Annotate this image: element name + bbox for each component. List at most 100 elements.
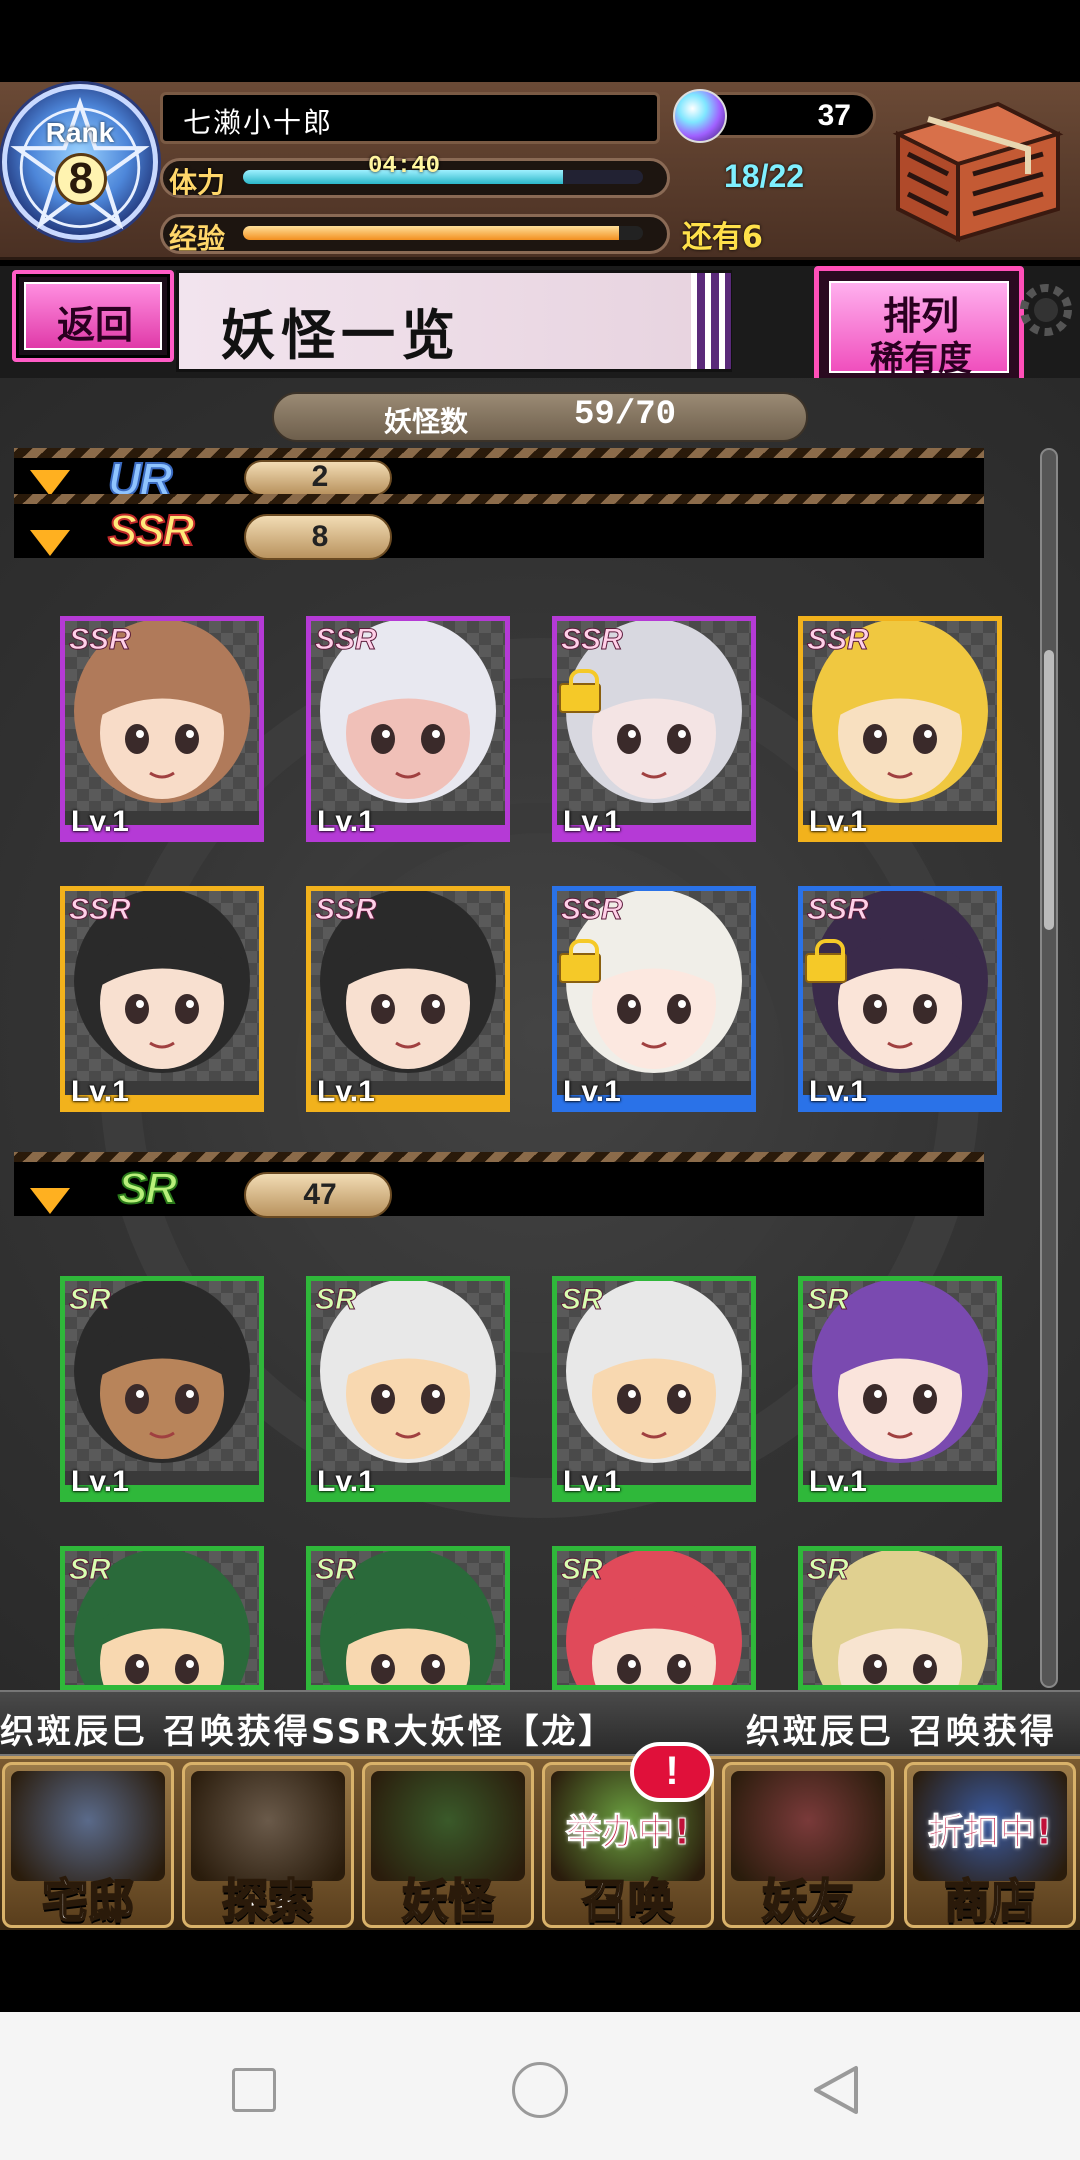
- yokai-card[interactable]: SSR Lv.1: [798, 886, 1002, 1112]
- card-rarity-badge: SSR: [69, 893, 132, 927]
- exp-bar: [243, 226, 643, 240]
- yokai-card[interactable]: SR: [552, 1546, 756, 1690]
- yokai-count-value: 59/70: [574, 396, 677, 434]
- yokai-card[interactable]: SSR Lv.1: [306, 616, 510, 842]
- sort-button[interactable]: 排列 稀有度: [814, 266, 1024, 388]
- yokai-card[interactable]: SSR Lv.1: [60, 886, 264, 1112]
- player-name-box: 七濑小十郎: [160, 92, 660, 144]
- card-rarity-badge: SSR: [561, 893, 624, 927]
- nav-label: 妖友: [761, 1873, 855, 1928]
- category-name: SR: [117, 1163, 178, 1214]
- card-level: Lv.1: [809, 1075, 867, 1108]
- status-bar: [0, 0, 1080, 82]
- collapse-arrow-icon: [30, 1188, 70, 1214]
- back-triangle-icon[interactable]: [806, 2060, 866, 2120]
- category-header-ssr[interactable]: SSR 8: [14, 494, 984, 560]
- title-stripe-decoration: [691, 273, 731, 369]
- page-title-plate: 妖怪一览: [176, 270, 732, 372]
- card-rarity-badge: SR: [69, 1553, 112, 1587]
- card-rarity-badge: SSR: [807, 623, 870, 657]
- exp-gauge: 经验: [160, 214, 670, 255]
- collapse-arrow-icon: [30, 470, 70, 496]
- card-level: Lv.1: [563, 1465, 621, 1498]
- nav-item-1[interactable]: 探索: [182, 1762, 354, 1928]
- yokai-card[interactable]: SSR Lv.1: [60, 616, 264, 842]
- back-button[interactable]: 返回: [12, 270, 174, 362]
- card-rarity-badge: SR: [807, 1283, 850, 1317]
- rank-badge[interactable]: Rank 8: [2, 84, 158, 240]
- gift-box-icon[interactable]: [878, 94, 1068, 246]
- exp-remaining: 还有6: [682, 220, 763, 255]
- yokai-count-pill: 妖怪数 59/70: [272, 392, 808, 442]
- announcement-ticker: 织斑辰巳 召唤获得SSR大妖怪【龙】 织斑辰巳 召唤获得: [0, 1690, 1080, 1756]
- summon-alert-badge: !: [630, 1742, 714, 1802]
- system-bar-spacer: [0, 1930, 1080, 2012]
- category-count: 2: [311, 460, 329, 493]
- yokai-count-label: 妖怪数: [384, 405, 469, 438]
- yokai-card[interactable]: SR: [798, 1546, 1002, 1690]
- card-rarity-badge: SR: [69, 1283, 112, 1317]
- stamina-gauge: 体力 04:40: [160, 153, 670, 199]
- category-name: SSR: [107, 505, 196, 556]
- category-count-pill: 2: [244, 460, 392, 496]
- yokai-card[interactable]: SR Lv.1: [306, 1276, 510, 1502]
- yokai-card[interactable]: SSR Lv.1: [306, 886, 510, 1112]
- nav-promo-badge: 举办中!: [565, 1812, 691, 1854]
- nav-item-2[interactable]: 妖怪: [362, 1762, 534, 1928]
- rank-value: 8: [55, 153, 107, 205]
- yokai-card[interactable]: SSR Lv.1: [798, 616, 1002, 842]
- page-title: 妖怪一览: [221, 303, 461, 367]
- rank-label: Rank: [45, 117, 115, 148]
- card-rarity-badge: SR: [315, 1283, 358, 1317]
- back-button-face: 返回: [24, 282, 162, 350]
- nav-item-0[interactable]: 宅邸: [2, 1762, 174, 1928]
- card-level: Lv.1: [71, 805, 129, 838]
- lock-icon: [559, 939, 601, 983]
- recent-apps-icon[interactable]: [232, 2068, 276, 2112]
- card-rarity-badge: SR: [807, 1553, 850, 1587]
- yokai-card[interactable]: SR Lv.1: [552, 1276, 756, 1502]
- scrollbar-thumb[interactable]: [1044, 650, 1054, 930]
- yokai-card[interactable]: SR: [306, 1546, 510, 1690]
- stamina-timer: 04:40: [368, 153, 441, 180]
- back-button-label: 返回: [56, 303, 133, 347]
- category-header-sr[interactable]: SR 47: [14, 1152, 984, 1218]
- category-count: 47: [303, 1178, 337, 1211]
- nav-item-5[interactable]: 折扣中! 商店: [904, 1762, 1076, 1928]
- yokai-card[interactable]: SR: [60, 1546, 264, 1690]
- card-rarity-badge: SR: [561, 1553, 604, 1587]
- sort-button-value: 稀有度: [870, 339, 972, 379]
- card-level: Lv.1: [317, 1075, 375, 1108]
- card-level: Lv.1: [563, 1075, 621, 1108]
- exp-label: 经验: [169, 222, 226, 255]
- yokai-card[interactable]: SSR Lv.1: [552, 886, 756, 1112]
- card-level: Lv.1: [71, 1075, 129, 1108]
- yokai-card[interactable]: SR Lv.1: [798, 1276, 1002, 1502]
- nav-label: 召唤: [581, 1873, 675, 1928]
- nav-label: 探索: [221, 1873, 315, 1928]
- gem-count: 37: [817, 99, 851, 132]
- ticker-message-repeat: 织斑辰巳 召唤获得: [746, 1712, 1057, 1752]
- nav-label: 宅邸: [41, 1873, 135, 1928]
- home-icon[interactable]: [512, 2062, 568, 2118]
- lock-icon: [805, 939, 847, 983]
- card-rarity-badge: SSR: [69, 623, 132, 657]
- scrollbar-track[interactable]: [1040, 448, 1058, 1688]
- card-rarity-badge: SSR: [807, 893, 870, 927]
- stamina-bar: [243, 170, 643, 184]
- card-rarity-badge: SR: [315, 1553, 358, 1587]
- nav-label: 妖怪: [401, 1873, 495, 1928]
- card-rarity-badge: SSR: [315, 623, 378, 657]
- category-header-ur[interactable]: UR 2: [14, 448, 984, 506]
- card-rarity-badge: SR: [561, 1283, 604, 1317]
- card-rarity-badge: SSR: [561, 623, 624, 657]
- gem-counter[interactable]: 37: [673, 89, 876, 143]
- category-count-pill: 47: [244, 1172, 392, 1218]
- crystal-orb-icon: [673, 89, 727, 143]
- yokai-card[interactable]: SR Lv.1: [60, 1276, 264, 1502]
- card-level: Lv.1: [317, 805, 375, 838]
- yokai-card[interactable]: SSR Lv.1: [552, 616, 756, 842]
- card-level: Lv.1: [809, 1465, 867, 1498]
- gear-icon: [1020, 284, 1072, 336]
- nav-item-4[interactable]: 妖友: [722, 1762, 894, 1928]
